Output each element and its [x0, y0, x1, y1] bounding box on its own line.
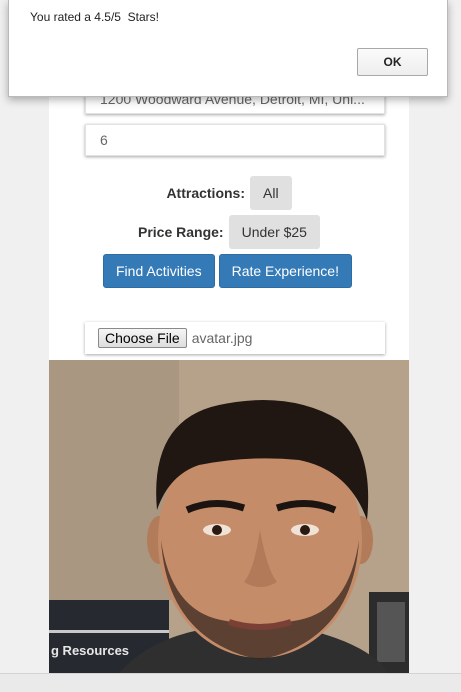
- avatar-image: g Resources: [49, 360, 409, 673]
- sign-text: g Resources: [51, 643, 129, 658]
- attractions-dropdown[interactable]: All: [250, 176, 292, 210]
- app-column: 1200 Woodward Avenue, Detroit, MI, Uni..…: [49, 0, 409, 673]
- find-activities-button[interactable]: Find Activities: [103, 254, 215, 288]
- price-range-row: Price Range: Under $25: [49, 215, 409, 249]
- alert-dialog: You rated a 4.5/5 Stars! OK: [8, 0, 448, 97]
- ok-button[interactable]: OK: [357, 48, 428, 76]
- attractions-row: Attractions: All: [49, 176, 409, 210]
- rate-experience-button[interactable]: Rate Experience!: [218, 254, 352, 288]
- alert-message: You rated a 4.5/5 Stars!: [30, 10, 159, 24]
- avatar-photo: g Resources: [49, 360, 409, 673]
- page: 1200 Woodward Avenue, Detroit, MI, Uni..…: [0, 0, 461, 692]
- action-row: Find Activities Rate Experience!: [103, 254, 352, 288]
- file-name: avatar.jpg: [191, 330, 253, 346]
- bottom-bar: [0, 673, 461, 692]
- price-range-label: Price Range:: [138, 224, 224, 240]
- price-range-dropdown[interactable]: Under $25: [228, 215, 320, 249]
- count-field[interactable]: 6: [85, 124, 385, 156]
- file-upload-field: Choose File avatar.jpg: [85, 322, 385, 354]
- choose-file-button[interactable]: Choose File: [98, 328, 187, 348]
- attractions-label: Attractions:: [166, 185, 245, 201]
- count-value: 6: [100, 132, 108, 148]
